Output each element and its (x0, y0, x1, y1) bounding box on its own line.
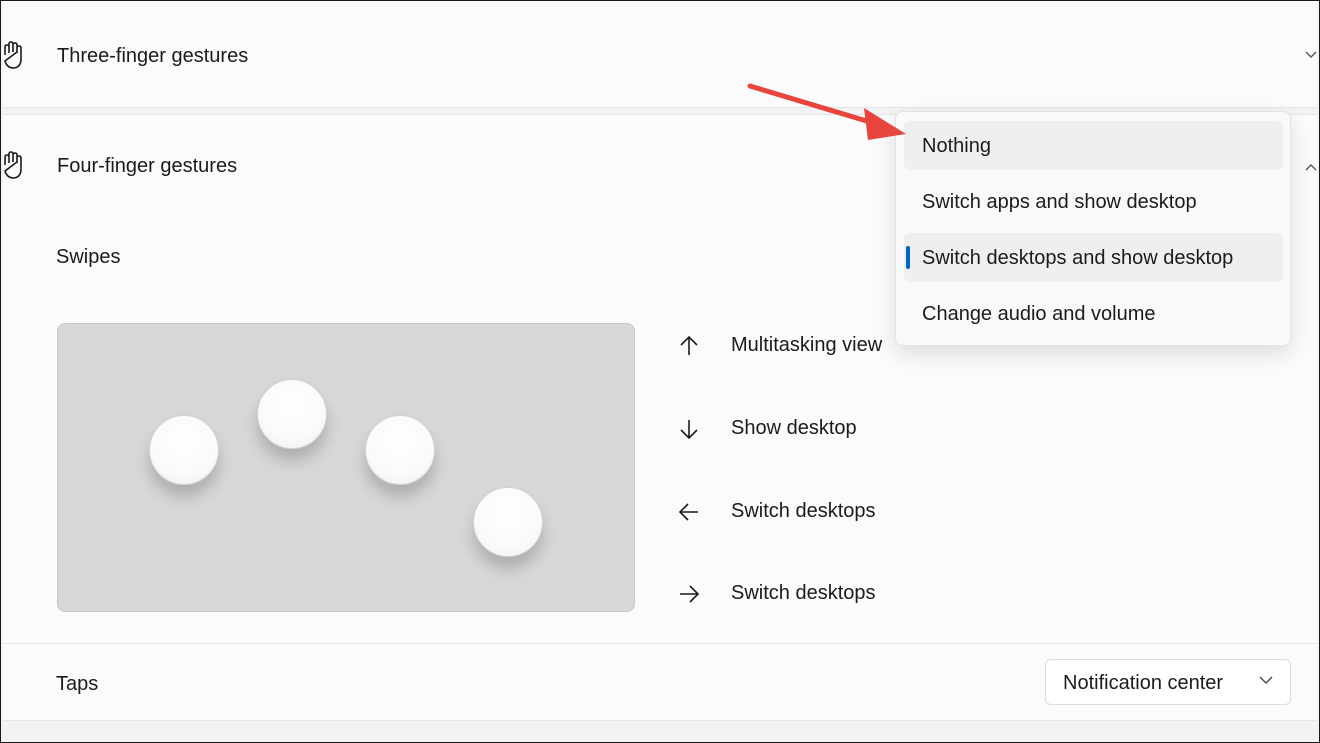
settings-window: Three-finger gestures Four-finger gestur… (0, 0, 1320, 743)
selection-indicator (906, 246, 910, 269)
finger-dot (365, 415, 435, 485)
touchpad-illustration (57, 323, 635, 612)
menu-option-nothing[interactable]: Nothing (904, 121, 1283, 170)
menu-option-switch-desktops[interactable]: Switch desktops and show desktop (904, 233, 1283, 282)
taps-label: Taps (56, 673, 99, 695)
chevron-down-icon (1259, 676, 1273, 684)
menu-option-label: Switch apps and show desktop (922, 191, 1197, 213)
arrow-left-icon (678, 503, 698, 521)
hand-icon (4, 41, 22, 69)
finger-dot (473, 487, 543, 557)
three-finger-gestures-card[interactable]: Three-finger gestures (3, 1, 1317, 108)
chevron-down-icon[interactable] (1305, 49, 1317, 61)
taps-dropdown-value: Notification center (1063, 672, 1224, 694)
menu-option-label: Change audio and volume (922, 303, 1156, 325)
menu-option-label: Nothing (922, 135, 991, 157)
taps-dropdown[interactable]: Notification center (1045, 659, 1291, 705)
swipe-up-label: Multitasking view (731, 334, 883, 356)
swipes-label: Swipes (56, 246, 121, 268)
swipe-left-label: Switch desktops (731, 500, 876, 522)
swipe-down-label: Show desktop (731, 417, 857, 439)
menu-option-switch-apps[interactable]: Switch apps and show desktop (904, 177, 1283, 226)
finger-dot (149, 415, 219, 485)
three-finger-gestures-label: Three-finger gestures (57, 45, 249, 67)
swipe-action-dropdown-menu: Nothing Switch apps and show desktop Swi… (895, 111, 1291, 346)
four-finger-gestures-label: Four-finger gestures (57, 155, 238, 177)
arrow-up-icon (680, 335, 698, 355)
arrow-down-icon (680, 420, 698, 440)
swipe-right-label: Switch desktops (731, 582, 876, 604)
arrow-right-icon (680, 585, 700, 603)
menu-option-label: Switch desktops and show desktop (922, 247, 1234, 269)
hand-icon (4, 151, 22, 179)
finger-dot (257, 379, 327, 449)
menu-option-change-audio[interactable]: Change audio and volume (904, 289, 1283, 338)
chevron-up-icon[interactable] (1305, 161, 1317, 173)
